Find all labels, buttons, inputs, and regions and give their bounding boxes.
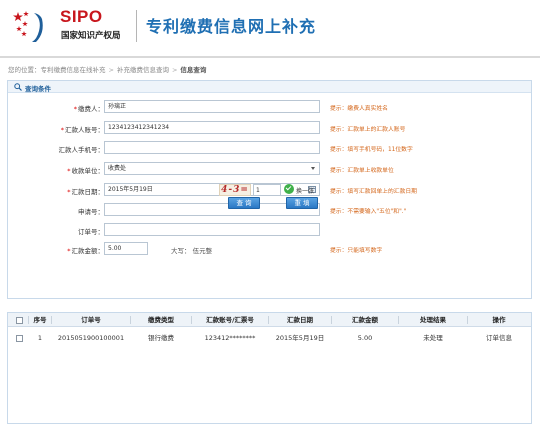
column-header-order-no: 订单号 bbox=[81, 316, 101, 324]
org-name: 国家知识产权局 bbox=[61, 31, 121, 41]
account-label: *汇款人账号： bbox=[61, 124, 104, 134]
query-panel-header: 查询条件 bbox=[8, 81, 531, 93]
amount-uppercase-value: 伍元整 bbox=[192, 247, 213, 255]
chevron-down-icon bbox=[311, 167, 315, 170]
application-no-row: 申请号： 提示：不需要输入"五位"和"." bbox=[8, 203, 531, 217]
receiver-hint: 提示：汇款单上收款单位 bbox=[330, 168, 394, 174]
row-status: 未处理 bbox=[423, 334, 443, 342]
payer-input[interactable]: 孙璃正 bbox=[104, 100, 320, 113]
account-hint: 提示：汇款单上的汇款人账号 bbox=[330, 127, 406, 133]
breadcrumb-prefix: 您的位置： bbox=[8, 66, 41, 74]
column-header-status: 处理结果 bbox=[420, 316, 446, 324]
amount-uppercase: 大写： 伍元整 bbox=[171, 245, 212, 255]
site-title: 专利缴费信息网上补充 bbox=[146, 17, 317, 36]
amount-hint: 提示：只能填写数字 bbox=[330, 248, 383, 254]
receiver-label: *收款单位： bbox=[67, 165, 104, 175]
receiver-select[interactable]: 收费处 bbox=[104, 162, 320, 175]
required-mark: * bbox=[67, 247, 71, 255]
application-no-label: 申请号： bbox=[78, 208, 104, 216]
row-index: 1 bbox=[37, 334, 43, 342]
account-label-text: 汇款人账号： bbox=[65, 126, 104, 134]
column-header-date: 汇款日期 bbox=[287, 316, 313, 324]
row-account: 123412******** bbox=[204, 334, 256, 342]
order-no-input[interactable] bbox=[104, 223, 320, 236]
reset-button[interactable]: 重 填 bbox=[286, 197, 318, 209]
required-mark: * bbox=[67, 188, 71, 196]
payer-label: *缴费人： bbox=[74, 103, 104, 113]
breadcrumb-separator: > bbox=[171, 66, 178, 74]
amount-label-text: 汇款金额： bbox=[71, 247, 105, 255]
amount-uppercase-label: 大写： bbox=[171, 247, 191, 255]
results-table-header: 序号 订单号 缴费类型 汇款账号/汇票号 汇款日期 汇款金额 处理结果 操作 bbox=[8, 313, 531, 327]
date-label-text: 汇款日期： bbox=[71, 188, 105, 196]
header-rule bbox=[0, 56, 540, 58]
receiver-select-value: 收费处 bbox=[108, 165, 127, 172]
required-mark: * bbox=[60, 126, 64, 134]
phone-input[interactable] bbox=[104, 141, 320, 154]
phone-row: 汇款人手机号： 提示：填写手机号码，11位数字 bbox=[8, 141, 531, 155]
row-checkbox[interactable] bbox=[16, 335, 23, 342]
column-header-account: 汇款账号/汇票号 bbox=[206, 316, 254, 324]
column-header-index: 序号 bbox=[33, 316, 47, 324]
results-table: 序号 订单号 缴费类型 汇款账号/汇票号 汇款日期 汇款金额 处理结果 操作 1… bbox=[7, 312, 532, 424]
application-no-hint: 提示：不需要输入"五位"和"." bbox=[330, 209, 407, 215]
refresh-captcha-link[interactable]: 换一张 bbox=[296, 186, 314, 195]
payer-label-text: 缴费人： bbox=[78, 105, 104, 113]
search-icon bbox=[14, 83, 22, 91]
page-header: SIPO 国家知识产权局 专利缴费信息网上补充 bbox=[0, 0, 540, 52]
row-order-no: 2015051900100001 bbox=[57, 334, 125, 342]
query-button[interactable]: 查 询 bbox=[228, 197, 260, 209]
sipo-logo-icon bbox=[13, 11, 43, 42]
phone-hint: 提示：填写手机号码，11位数字 bbox=[330, 147, 413, 153]
date-hint: 提示：填写汇款回单上的汇款日期 bbox=[330, 189, 417, 195]
receiver-label-text: 收款单位： bbox=[71, 167, 105, 175]
required-mark: * bbox=[73, 105, 77, 113]
breadcrumb-separator: > bbox=[108, 66, 114, 74]
amount-label: *汇款金额： bbox=[67, 245, 104, 255]
column-header-amount: 汇款金额 bbox=[352, 316, 378, 324]
account-input[interactable]: 1234123412341234 bbox=[104, 121, 320, 134]
row-amount: 5.00 bbox=[357, 334, 373, 342]
column-header-action: 操作 bbox=[492, 316, 506, 324]
breadcrumb-item-online[interactable]: 专利缴费信息在线补充 bbox=[41, 66, 106, 74]
payer-hint: 提示：缴费人真实姓名 bbox=[330, 106, 388, 112]
column-header-pay-type: 缴费类型 bbox=[148, 316, 174, 324]
required-mark: * bbox=[67, 167, 71, 175]
logo-wordmark: SIPO bbox=[60, 7, 103, 26]
account-row: *汇款人账号： 1234123412341234 提示：汇款单上的汇款人账号 bbox=[8, 121, 531, 135]
payer-row: *缴费人： 孙璃正 提示：缴费人真实姓名 bbox=[8, 100, 531, 114]
order-no-label: 订单号： bbox=[78, 228, 104, 236]
phone-label: 汇款人手机号： bbox=[58, 146, 105, 154]
select-all-checkbox[interactable] bbox=[16, 317, 23, 324]
query-panel-title: 查询条件 bbox=[25, 85, 51, 93]
breadcrumb-item-query[interactable]: 补充缴费信息查询 bbox=[117, 66, 169, 74]
date-label: *汇款日期： bbox=[67, 186, 104, 196]
breadcrumb-item-current: 信息查询 bbox=[180, 66, 207, 74]
amount-input[interactable]: 5.00 bbox=[104, 242, 148, 255]
row-pay-type: 银行缴费 bbox=[148, 334, 174, 342]
order-info-link[interactable]: 订单信息 bbox=[468, 331, 530, 345]
breadcrumb: 您的位置：专利缴费信息在线补充 > 补充缴费信息查询 > 信息查询 bbox=[8, 64, 206, 74]
amount-row: *汇款金额： 5.00 大写： 伍元整 提示：只能填写数字 bbox=[8, 242, 531, 256]
refresh-captcha-icon[interactable] bbox=[284, 184, 294, 194]
captcha-image: 4-3= bbox=[219, 184, 251, 196]
receiver-row: *收款单位： 收费处 提示：汇款单上收款单位 bbox=[8, 162, 531, 176]
table-row: 1 2015051900100001 银行缴费 123412******** 2… bbox=[8, 331, 531, 345]
row-date: 2015年5月19日 bbox=[275, 334, 325, 342]
captcha-input[interactable]: 1 bbox=[253, 184, 281, 196]
header-divider bbox=[136, 10, 137, 42]
date-input-value: 2015年5月19日 bbox=[108, 186, 153, 193]
order-no-row: 订单号： bbox=[8, 223, 531, 237]
